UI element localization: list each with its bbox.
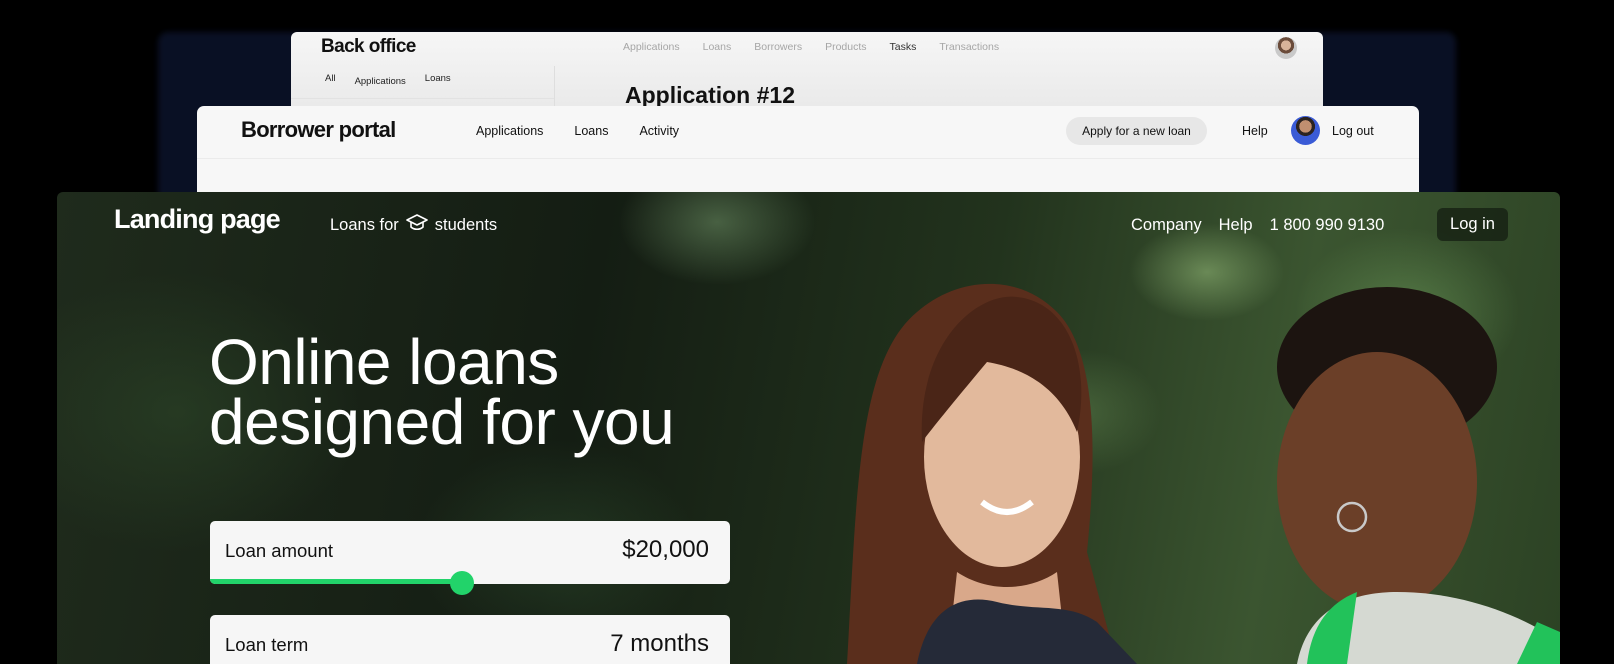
headline-line-1: Online loans [209,326,559,398]
loan-amount-card: Loan amount $20,000 [210,521,730,595]
login-button[interactable]: Log in [1437,208,1508,241]
back-office-nav: Applications Loans Borrowers Products Ta… [623,41,999,53]
loan-amount-slider-fill [210,579,463,584]
bo-divider-horizontal [291,98,554,99]
avatar[interactable] [1275,37,1297,59]
person-right-illustration [1277,287,1560,664]
landing-nav: Company Help 1 800 990 9130 [1131,216,1384,235]
loan-term-value: 7 months [610,630,709,657]
back-office-window: Back office Applications Loans Borrowers… [291,32,1323,112]
loans-for-suffix: students [434,216,498,234]
bo-nav-transactions[interactable]: Transactions [939,41,999,53]
graduation-cap-icon [405,214,428,237]
loan-term-label: Loan term [225,634,309,655]
nav-company[interactable]: Company [1131,216,1202,235]
apply-new-loan-button[interactable]: Apply for a new loan [1066,117,1207,145]
loan-amount-slider-thumb[interactable] [450,571,475,595]
hero-headline: Online loans designed for you [209,326,769,458]
bo-nav-applications[interactable]: Applications [623,41,680,53]
loan-amount-slider[interactable] [210,571,730,595]
loan-amount-label: Loan amount [225,540,334,561]
bo-nav-borrowers[interactable]: Borrowers [754,41,802,53]
avatar[interactable] [1291,116,1320,145]
borrower-portal-window: Borrower portal Applications Loans Activ… [197,106,1419,198]
application-title: Application #12 [625,82,795,108]
nav-help[interactable]: Help [1219,216,1253,235]
landing-logo: Landing page [114,204,281,234]
logout-link[interactable]: Log out [1332,124,1374,138]
loan-amount-value: $20,000 [622,536,709,563]
headline-line-2: designed for you [209,386,675,458]
bp-nav-loans[interactable]: Loans [574,124,608,138]
landing-page-window: Landing page Loans for students Company … [57,192,1560,664]
bo-nav-tasks[interactable]: Tasks [890,41,917,53]
loans-for-prefix: Loans for [330,216,399,234]
loan-term-card: Loan term 7 months [210,615,730,664]
bo-nav-loans[interactable]: Loans [703,41,732,53]
bo-tab-loans[interactable]: Loans [425,73,451,87]
portal-header-divider [197,158,1419,159]
bp-help-link[interactable]: Help [1242,124,1268,138]
bo-tab-all[interactable]: All [325,73,336,87]
back-office-logo: Back office [321,36,416,57]
bp-nav-activity[interactable]: Activity [639,124,679,138]
borrower-portal-nav: Applications Loans Activity [476,124,679,138]
borrower-portal-logo: Borrower portal [241,117,396,142]
phone-number[interactable]: 1 800 990 9130 [1270,216,1385,235]
bo-tab-applications[interactable]: Applications [355,76,406,87]
loans-for-students[interactable]: Loans for students [330,214,497,237]
person-left-illustration [847,283,1137,664]
back-office-tabs: All Applications Loans [325,73,451,87]
bo-nav-products[interactable]: Products [825,41,866,53]
bp-nav-applications[interactable]: Applications [476,124,543,138]
